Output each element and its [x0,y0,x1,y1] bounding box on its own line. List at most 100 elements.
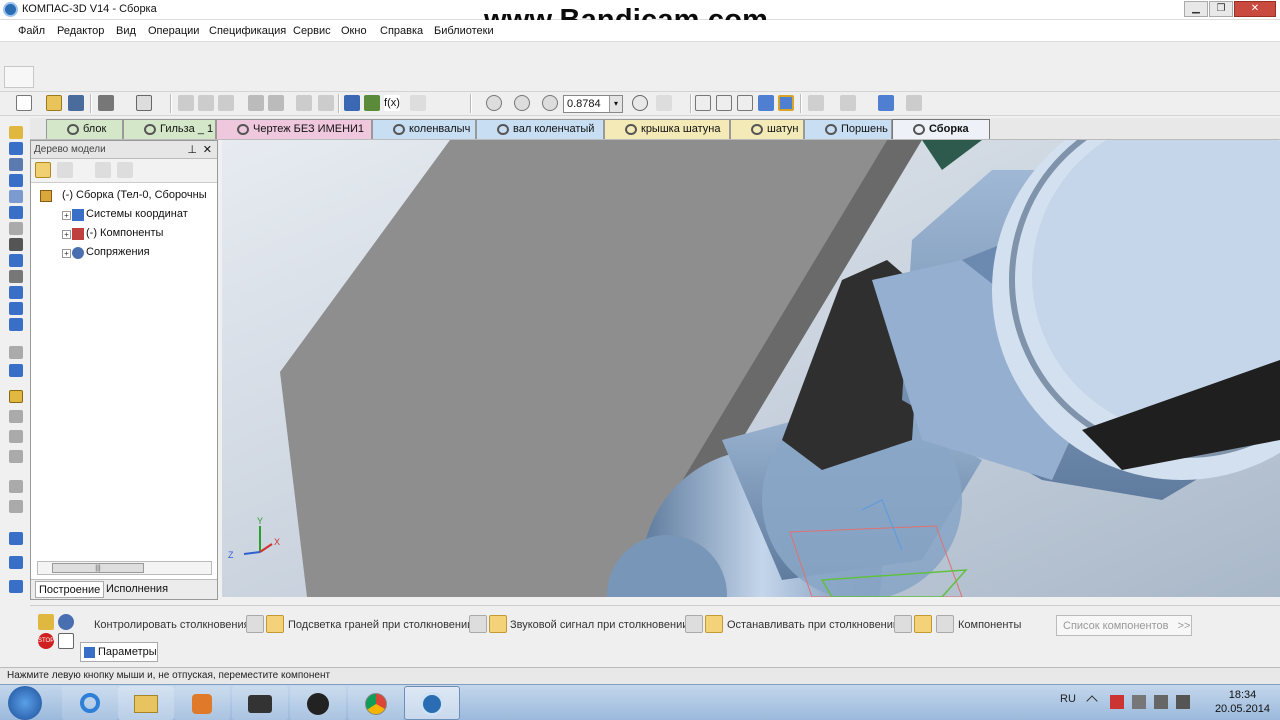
panel-mates-icon[interactable] [58,614,74,630]
expand-icon[interactable]: + [62,230,71,239]
tab-build[interactable]: Построение [35,581,105,598]
pin-icon[interactable]: ⊥ [187,143,197,156]
close-panel-icon[interactable]: ✕ [203,143,212,156]
document-tab[interactable]: блок [46,119,123,139]
clip-icon[interactable] [9,222,23,235]
document-tab[interactable]: Гильза _ 1 [123,119,216,139]
zoom-all-icon[interactable] [514,95,530,111]
mate-icon[interactable] [9,430,23,443]
stop-off-toggle[interactable] [685,615,703,633]
manager-icon[interactable] [344,95,360,111]
components-all-toggle[interactable] [894,615,912,633]
language-indicator[interactable]: RU [1060,693,1076,705]
components-selected-toggle[interactable] [914,615,932,633]
display-icon[interactable] [878,95,894,111]
hand-icon[interactable] [9,318,23,331]
scrollbar-thumb[interactable]: ||| [52,563,144,573]
tree-icon[interactable] [9,556,23,569]
tree-view-icon[interactable] [57,162,73,178]
menu-specification[interactable]: Спецификация [209,25,286,37]
start-button-icon[interactable] [8,686,42,720]
tab-parameters[interactable]: Параметры [80,642,158,662]
axis-icon[interactable] [9,206,23,219]
components-list-toggle[interactable] [936,615,954,633]
3d-viewport[interactable]: Y X Z [222,140,1280,597]
menu-libraries[interactable]: Библиотеки [434,25,494,37]
kompas-taskbar-icon[interactable] [404,686,460,720]
array-icon[interactable] [9,450,23,463]
tree-structure-icon[interactable] [35,162,51,178]
menu-window[interactable]: Окно [341,25,367,37]
orientation-icon[interactable] [656,95,672,111]
copy-icon[interactable] [198,95,214,111]
pirate-app-taskbar-icon[interactable] [290,686,346,720]
tray-app-icon[interactable] [1110,695,1124,709]
component-list-button[interactable]: Список компонентов >> [1056,615,1192,636]
minimize-button[interactable]: ▁ [1184,1,1208,17]
format-painter-icon[interactable] [248,95,264,111]
document-tab[interactable]: Поршень [804,119,892,139]
print-icon[interactable] [98,95,114,111]
tray-flag-icon[interactable] [1132,695,1146,709]
save-icon[interactable] [68,95,84,111]
zoom-scale-field[interactable]: 0.8784 ▾ [563,95,623,113]
document-tab[interactable]: шатун [730,119,804,139]
analysis-icon[interactable] [9,302,23,315]
tree-root[interactable]: (-) Сборка (Тел-0, Сборочны [40,189,207,202]
ie-taskbar-icon[interactable] [62,686,118,720]
curves-icon[interactable] [9,158,23,171]
add-component-icon[interactable] [9,142,23,155]
measure-icon[interactable] [906,95,922,111]
shaded-edges-icon[interactable] [778,95,794,111]
component-op-icon[interactable] [9,346,23,359]
expand-icon[interactable]: + [62,249,71,258]
undo-icon[interactable] [296,95,312,111]
new-document-icon[interactable] [16,95,32,111]
menu-operations[interactable]: Операции [148,25,199,37]
network-tray-icon[interactable] [1154,695,1168,709]
camera-app-taskbar-icon[interactable] [232,686,288,720]
rotate-icon[interactable] [632,95,648,111]
explorer-taskbar-icon[interactable] [118,686,174,720]
move-component-icon[interactable] [9,390,23,403]
rotate-component-icon[interactable] [9,410,23,423]
spec-icon[interactable] [9,270,23,283]
move-icon[interactable] [9,364,23,377]
document-tab[interactable]: Сборка [892,119,990,139]
tree-item-mates[interactable]: + Сопряжения [62,246,150,259]
expand-icon[interactable]: + [62,211,71,220]
function-icon[interactable]: f(x) [384,95,400,111]
hidden-lines-icon[interactable] [716,95,732,111]
redo-icon[interactable] [318,95,334,111]
show-hidden-icons-icon[interactable] [1086,695,1098,707]
menu-file[interactable]: Файл [18,25,45,37]
help-cursor-icon[interactable] [410,95,426,111]
perspective-icon[interactable] [808,95,824,111]
document-tab[interactable]: коленвалыч [372,119,476,139]
preview-icon[interactable] [136,95,152,111]
chrome-taskbar-icon[interactable] [348,686,404,720]
volume-tray-icon[interactable] [1176,695,1190,709]
grid-icon[interactable] [9,190,23,203]
tree-filter-icon[interactable] [117,162,133,178]
document-tab[interactable]: вал коленчатый [476,119,604,139]
library-icon[interactable] [9,532,23,545]
measure-a-icon[interactable] [9,238,23,251]
paste-icon[interactable] [218,95,234,111]
edit-assembly-icon[interactable] [9,126,23,139]
help-icon[interactable] [58,633,74,649]
sound-signal-toggle[interactable] [489,615,507,633]
tree-sheet-icon[interactable] [95,162,111,178]
stop-on-collision-toggle[interactable] [705,615,723,633]
cut-icon[interactable] [178,95,194,111]
tab-variants[interactable]: Исполнения [103,583,171,595]
zoom-in-icon[interactable] [542,95,558,111]
toolbar-grip[interactable] [4,66,34,88]
document-tab[interactable]: крышка шатуна [604,119,730,139]
tree-item-components[interactable]: + (-) Компоненты [62,227,163,240]
media-player-taskbar-icon[interactable] [174,686,230,720]
menu-service[interactable]: Сервис [293,25,331,37]
open-folder-icon[interactable] [46,95,62,111]
tree-horizontal-scrollbar[interactable]: ||| [37,561,212,575]
properties-icon[interactable] [268,95,284,111]
